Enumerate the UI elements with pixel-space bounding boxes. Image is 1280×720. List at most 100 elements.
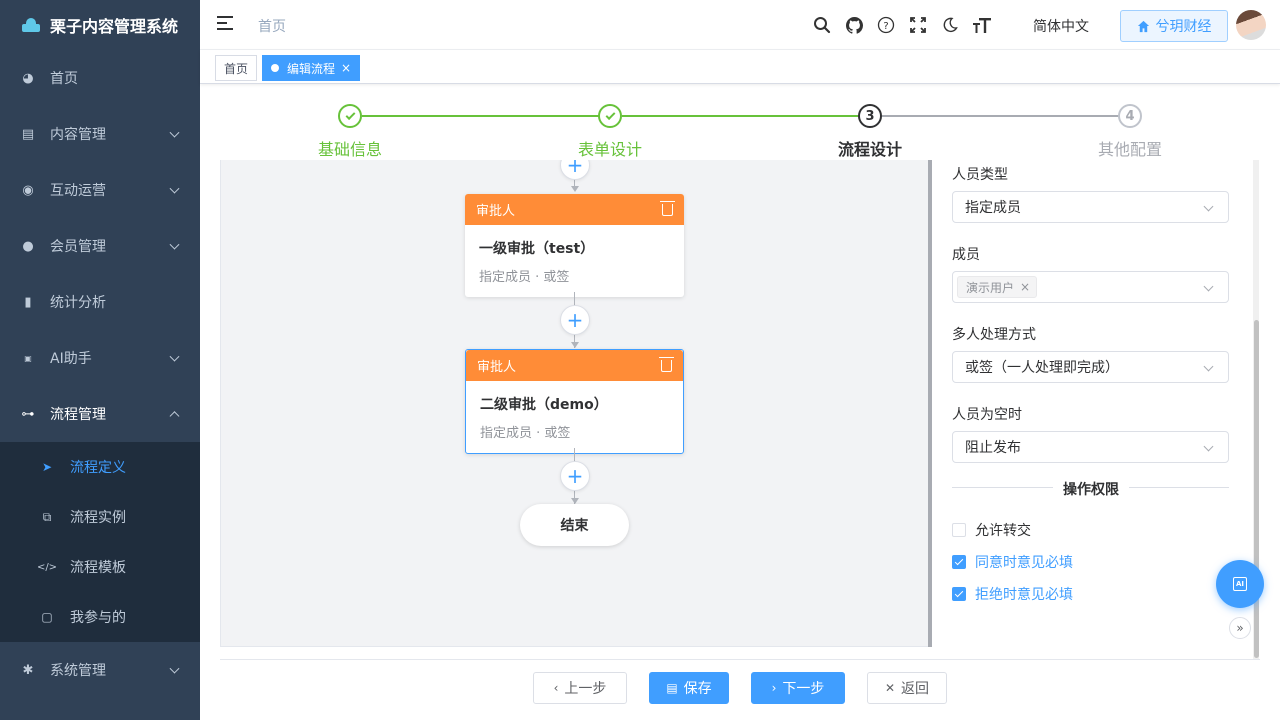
sidebar-item-my-participation[interactable]: ▢ 我参与的 [0,592,200,642]
step-other-config[interactable]: 4 其他配置 [1070,104,1190,160]
checkbox-box[interactable] [952,523,966,537]
double-chevron-right-icon[interactable]: » [1229,617,1251,639]
checkbox-label: 拒绝时意见必填 [975,587,1073,603]
active-dot-icon [271,64,279,72]
logo-icon [22,18,40,32]
language-switcher[interactable]: 简体中文 [1033,16,1089,36]
permissions-title: 操作权限 [1053,479,1129,499]
checkbox-box[interactable] [952,587,966,601]
circle-icon: ◉ [22,182,34,198]
sidebar: 栗子内容管理系统 ◕ 首页 ▤ 内容管理 ◉ 互动运营 ● 会员管理 ▮ 统计分… [0,0,200,720]
step-number: 4 [1118,104,1142,128]
empty-handler-select[interactable]: 阻止发布 [952,431,1229,463]
sidebar-item-members[interactable]: ● 会员管理 [0,218,200,274]
step-basic-info[interactable]: 基础信息 [290,104,410,160]
document-icon: ▤ [666,681,678,695]
navbar-tools: ? [812,14,992,36]
approver-node-selected[interactable]: 审批人 二级审批（demo） 指定成员 · 或签 [465,349,684,454]
sidebar-item-interaction[interactable]: ◉ 互动运营 [0,162,200,218]
breadcrumb[interactable]: 首页 [258,16,286,36]
step-flow-design[interactable]: 3 流程设计 [810,104,930,160]
sidebar-item-label: 统计分析 [50,295,106,311]
steps-bar: 基础信息 表单设计 3 流程设计 4 其他配置 [220,100,1260,160]
checkbox-label: 允许转交 [975,523,1031,539]
end-node: 结束 [520,504,629,546]
sidebar-item-label: 流程模板 [70,560,126,576]
add-node-button[interactable]: + [560,160,590,180]
field-label: 多人处理方式 [952,327,1036,343]
home-icon [1137,20,1149,32]
chevron-left-icon: ‹ [553,681,559,695]
field-label: 成员 [952,247,980,263]
step-label: 基础信息 [317,140,382,159]
close-icon[interactable]: × [1020,280,1030,294]
sidebar-item-statistics[interactable]: ▮ 统计分析 [0,274,200,330]
approver-node[interactable]: 审批人 一级审批（test） 指定成员 · 或签 [465,194,684,297]
help-icon[interactable]: ? [876,14,896,36]
avatar[interactable] [1236,10,1266,40]
checkbox-reject-comment-required[interactable]: 拒绝时意见必填 [952,584,1073,604]
clipboard-icon: ▢ [41,610,53,624]
add-node-button[interactable]: + [560,461,590,491]
sidebar-item-content[interactable]: ▤ 内容管理 [0,106,200,162]
checkbox-box[interactable] [952,555,966,569]
search-icon[interactable] [812,14,832,36]
checkbox-allow-transfer[interactable]: 允许转交 [952,520,1031,540]
workflow-icon: ⊶ [21,406,35,422]
back-button[interactable]: ✕ 返回 [867,672,947,704]
panel-scrollbar-thumb[interactable] [1254,320,1259,658]
dark-mode-icon[interactable] [940,14,960,36]
ai-icon: AI [1233,577,1247,591]
delete-icon[interactable] [659,356,674,372]
node-config-panel: 人员类型 指定成员 成员 演示用户 × 多人处理方式 或签（一人处理即完成） 人… [932,160,1260,627]
node-type: 审批人 [476,204,516,219]
sidebar-item-home[interactable]: ◕ 首页 [0,50,200,106]
delete-icon[interactable] [660,200,675,216]
chevron-down-icon [169,239,180,250]
sidebar-item-process-template[interactable]: </> 流程模板 [0,542,200,592]
multi-approve-select[interactable]: 或签（一人处理即完成） [952,351,1229,383]
flow-canvas[interactable]: + 审批人 一级审批（test） 指定成员 · 或签 + 审批人 二级审批（de… [220,160,930,647]
github-icon[interactable] [844,14,864,36]
code-icon: </> [36,561,58,573]
save-button[interactable]: ▤ 保存 [649,672,729,704]
sidebar-item-label: 系统管理 [50,663,106,679]
puzzle-icon: ⧉ [42,509,52,524]
add-node-button[interactable]: + [560,305,590,335]
step-number: 3 [858,104,882,128]
tenant-button[interactable]: 兮玥财经 [1120,10,1228,42]
checkbox-approve-comment-required[interactable]: 同意时意见必填 [952,552,1073,572]
person-type-select[interactable]: 指定成员 [952,191,1229,223]
chevron-down-icon [1203,361,1214,372]
members-select[interactable]: 演示用户 × [952,271,1229,303]
prev-step-button[interactable]: ‹ 上一步 [533,672,627,704]
font-size-icon[interactable] [972,14,992,36]
menu-toggle-icon[interactable] [217,16,233,32]
sidebar-item-workflow[interactable]: ⊶ 流程管理 [0,386,200,442]
fullscreen-icon[interactable] [908,14,928,36]
field-label: 人员类型 [952,167,1008,183]
tag-home[interactable]: 首页 [215,55,258,81]
button-label: 上一步 [564,681,607,697]
chevron-up-icon [169,411,180,422]
next-step-button[interactable]: › 下一步 [751,672,845,704]
field-label: 人员为空时 [952,407,1022,423]
tag-edit-process[interactable]: 编辑流程 × [262,55,361,81]
app-title: 栗子内容管理系统 [50,17,179,36]
sidebar-item-label: 流程实例 [70,510,126,526]
sidebar-item-process-definition[interactable]: ➤ 流程定义 [0,442,200,492]
chevron-right-icon: › [771,681,777,695]
sidebar-item-process-instance[interactable]: ⧉ 流程实例 [0,492,200,542]
footer-divider [220,659,1260,660]
sidebar-item-ai[interactable]: ▣ AI助手 [0,330,200,386]
workflow-submenu: ➤ 流程定义 ⧉ 流程实例 </> 流程模板 ▢ 我参与的 [0,442,200,642]
ai-assistant-button[interactable]: AI [1216,560,1264,608]
app-logo[interactable]: 栗子内容管理系统 [0,0,200,50]
tag-label: 编辑流程 [287,61,336,76]
step-form-design[interactable]: 表单设计 [550,104,670,160]
sidebar-item-system[interactable]: ✱ 系统管理 [0,642,200,698]
close-icon[interactable]: × [341,61,351,75]
chevron-down-icon [169,183,180,194]
arrow-down-icon [571,186,579,192]
select-value: 阻止发布 [965,440,1021,456]
